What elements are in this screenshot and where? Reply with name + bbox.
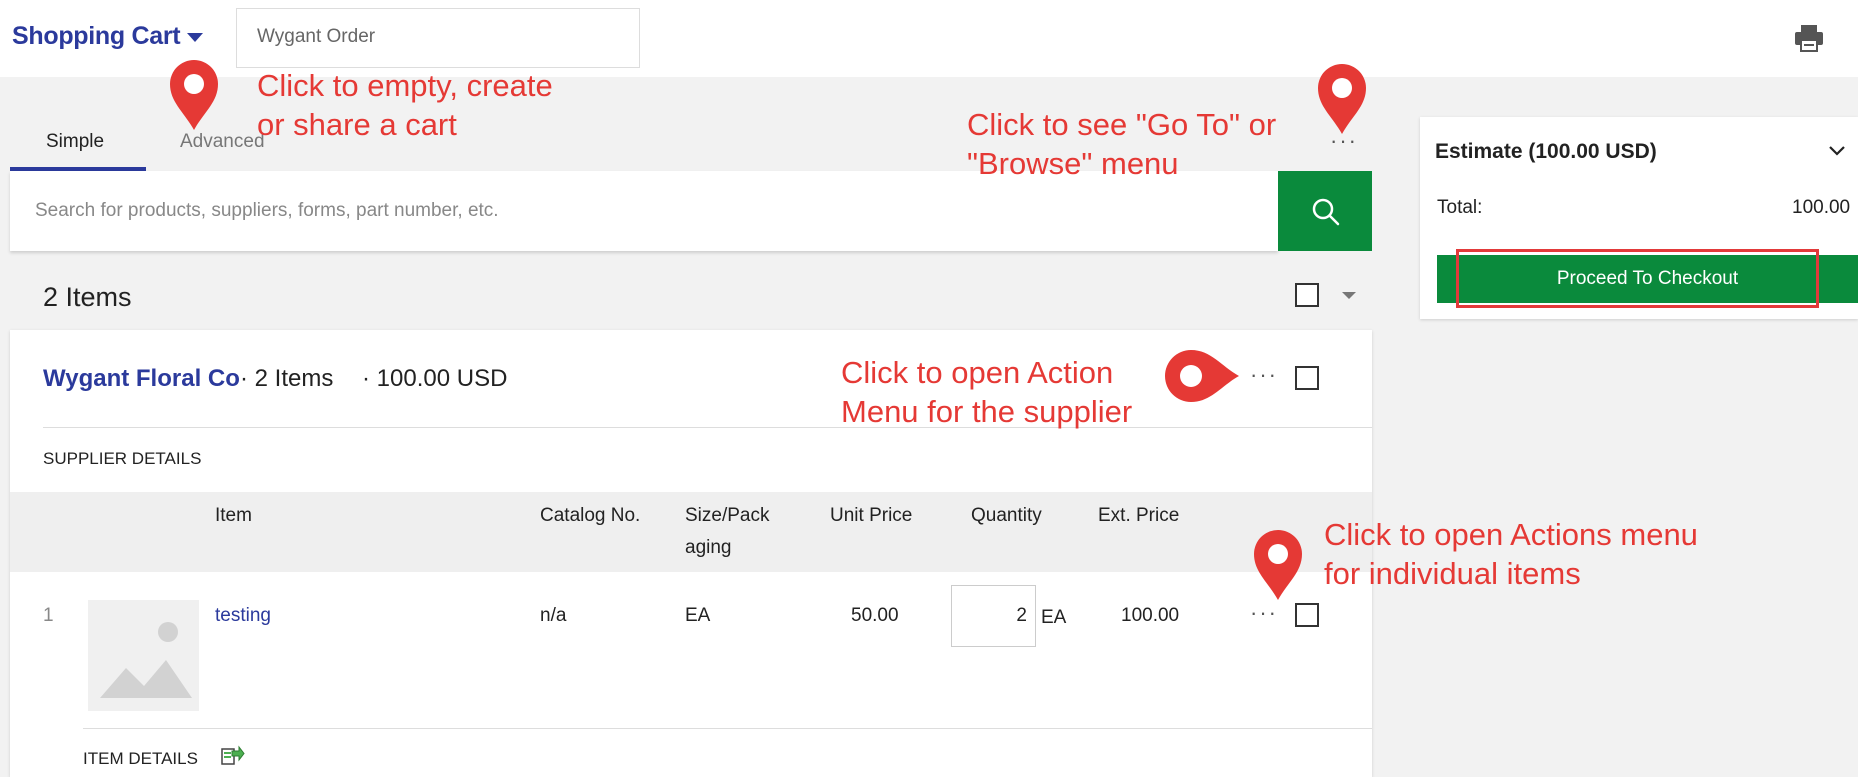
proceed-to-checkout-button[interactable]: Proceed To Checkout: [1437, 255, 1858, 303]
total-label: Total:: [1437, 197, 1483, 218]
cart-name-field[interactable]: Wygant Order: [236, 8, 640, 68]
caret-down-icon[interactable]: [1342, 292, 1356, 299]
tab-simple[interactable]: Simple: [46, 131, 104, 153]
quantity-input[interactable]: [951, 585, 1036, 647]
search-input[interactable]: [10, 171, 1278, 251]
printer-icon[interactable]: [1794, 24, 1824, 52]
map-pin-icon: [1318, 64, 1366, 134]
items-count: 2 Items: [43, 282, 132, 312]
item-ext-price: 100.00: [1121, 605, 1180, 626]
item-uom: EA: [1041, 607, 1067, 628]
search-button[interactable]: [1278, 171, 1372, 251]
map-pin-icon: [1165, 350, 1239, 402]
item-catalog: n/a: [540, 605, 567, 626]
product-image-placeholder: [88, 600, 199, 711]
supplier-actions-button[interactable]: ···: [1250, 362, 1278, 388]
col-unit-price: Unit Price: [830, 505, 913, 526]
item-actions-button[interactable]: ···: [1250, 600, 1278, 626]
supplier-items-count: · 2 Items: [240, 365, 334, 392]
tab-advanced[interactable]: Advanced: [180, 131, 265, 153]
divider: [43, 427, 1372, 428]
caret-down-icon[interactable]: [187, 33, 203, 42]
item-details-link[interactable]: ITEM DETAILS: [83, 749, 198, 769]
divider: [83, 728, 1372, 729]
annotation-supplier-actions: Click to open Action Menu for the suppli…: [841, 355, 1133, 429]
supplier-total: · 100.00 USD: [362, 365, 508, 392]
image-icon: [100, 622, 192, 698]
total-value: 100.00: [1792, 197, 1851, 218]
item-size: EA: [685, 605, 711, 626]
col-ext-price: Ext. Price: [1098, 505, 1180, 526]
estimate-title[interactable]: Estimate (100.00 USD): [1435, 140, 1657, 164]
supplier-details-link[interactable]: SUPPLIER DETAILS: [43, 449, 201, 469]
page-title[interactable]: Shopping Cart: [12, 22, 181, 51]
chevron-down-icon[interactable]: [1828, 145, 1846, 157]
annotation-item-actions: Click to open Actions menu for individua…: [1324, 517, 1698, 591]
supplier-name-link[interactable]: Wygant Floral Co: [43, 365, 240, 393]
row-index: 1: [43, 605, 54, 626]
col-quantity: Quantity: [971, 505, 1042, 526]
annotation-cart-menu: Click to empty, create or share a cart: [257, 68, 553, 142]
col-item: Item: [215, 505, 252, 526]
item-unit-price: 50.00: [851, 605, 899, 626]
map-pin-icon: [170, 60, 218, 130]
item-checkbox[interactable]: [1295, 603, 1319, 627]
export-icon[interactable]: [221, 744, 245, 766]
col-size: Size/Pack aging: [685, 505, 770, 558]
search-bar: [10, 171, 1278, 251]
col-catalog: Catalog No.: [540, 505, 641, 526]
item-name-link[interactable]: testing: [215, 605, 271, 627]
supplier-checkbox[interactable]: [1295, 366, 1319, 390]
select-all-checkbox[interactable]: [1295, 283, 1319, 307]
search-icon: [1312, 198, 1340, 226]
annotation-more-menu: Click to see "Go To" or "Browse" menu: [967, 107, 1277, 181]
map-pin-icon: [1254, 530, 1302, 600]
